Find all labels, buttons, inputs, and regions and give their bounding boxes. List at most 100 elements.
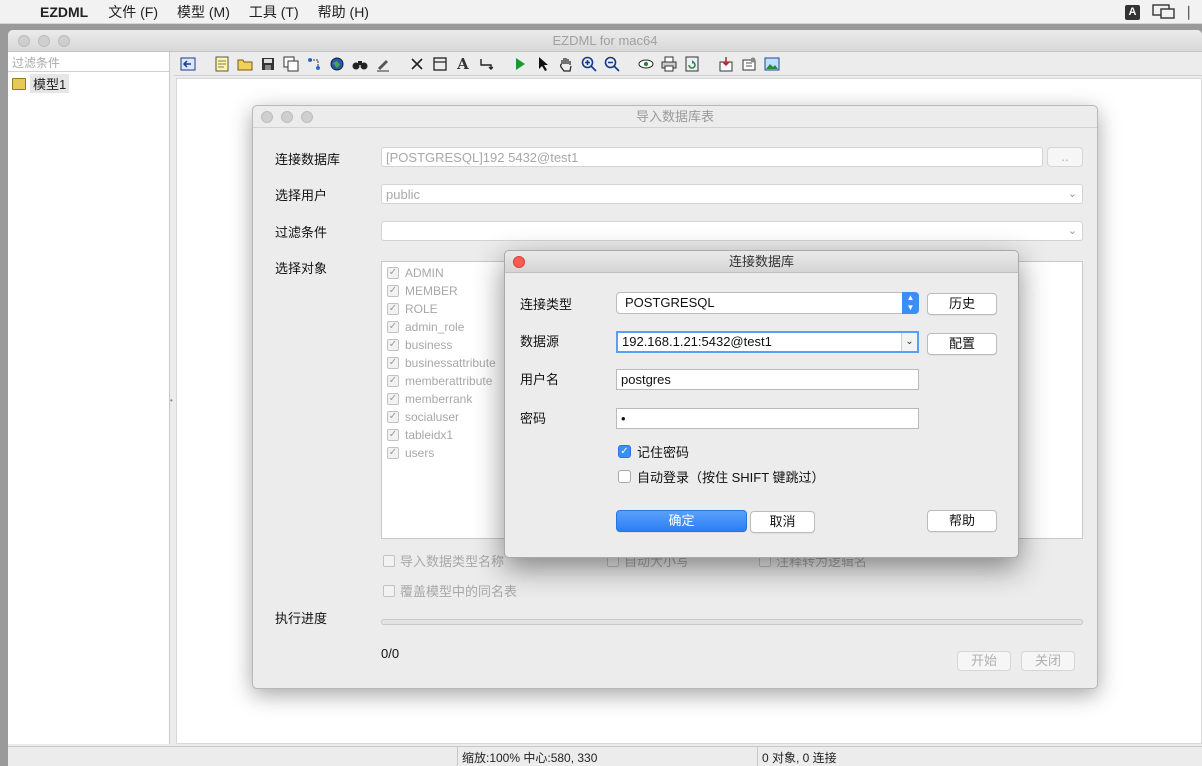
ok-button[interactable]: 确定 [616,510,747,532]
checkbox[interactable] [383,584,395,597]
progress-count: 0/0 [381,646,400,661]
connect-icon[interactable] [304,54,324,74]
checkmark-icon[interactable]: ✓ [387,339,399,351]
globe-icon[interactable] [327,54,347,74]
username-label: 用户名 [520,372,560,387]
status-zoom: 缩放:100% 中心:580, 330 [458,747,758,766]
display-icon[interactable] [1152,4,1176,20]
close-dialog-button[interactable] [513,256,525,268]
folder-icon [12,77,26,90]
eye-icon[interactable] [636,54,656,74]
checkmark-icon[interactable]: ✓ [387,411,399,423]
history-button[interactable]: 历史 [927,293,997,315]
close-window-button[interactable] [18,35,30,47]
import-dialog-title: 导入数据库表 [635,109,714,124]
menu-bar: EZDML 文件 (F) 模型 (M) 工具 (T) 帮助 (H) A ⎸ [0,0,1202,24]
connect-dialog-titlebar: 连接数据库 [505,251,1018,273]
import-close-button[interactable] [261,111,273,123]
auto-login-checkbox[interactable]: 自动登录（按住 SHIFT 键跳过） [618,467,825,486]
chevron-down-icon: ⌄ [1067,188,1077,200]
db-type-select[interactable]: POSTGRESQL ▲ ▼ [616,292,919,314]
tree-item-model[interactable]: 模型1 [12,74,165,93]
settings-icon[interactable] [739,54,759,74]
db-connection-field[interactable]: [POSTGRESQL]192 5432@test1 [381,147,1043,167]
checkmark-icon[interactable]: ✓ [387,285,399,297]
checkbox[interactable] [383,554,395,567]
user-select[interactable]: public ⌄ [381,184,1083,204]
menubar-extra[interactable]: ⎸ [1188,4,1202,21]
filter-input[interactable]: 过滤条件 [8,52,169,72]
opt-import-type-name-label: 导入数据类型名称 [400,554,505,569]
config-button[interactable]: 配置 [927,333,997,355]
remember-password-checkbox[interactable]: ✓ 记住密码 [618,442,689,461]
delete-x-icon[interactable] [407,54,427,74]
opt-import-type-name[interactable]: 导入数据类型名称 [383,551,504,570]
menu-help[interactable]: 帮助 (H) [318,2,369,22]
import-icon[interactable] [716,54,736,74]
image-icon[interactable] [762,54,782,74]
input-method-icon[interactable]: A [1125,4,1140,20]
back-icon[interactable] [178,54,198,74]
text-icon[interactable]: A [453,54,473,74]
import-zoom-button[interactable] [301,111,313,123]
checkmark-icon[interactable]: ✓ [387,357,399,369]
help-button[interactable]: 帮助 [927,510,997,532]
open-folder-icon[interactable] [235,54,255,74]
print-icon[interactable] [659,54,679,74]
checkmark-icon[interactable]: ✓ [387,321,399,333]
splitter-handle[interactable]: • [170,396,173,405]
status-objects: 0 对象, 0 连接 [762,751,837,765]
refresh-icon[interactable] [682,54,702,74]
checkmark-icon[interactable]: ✓ [618,445,631,458]
cancel-button[interactable]: 取消 [750,511,815,533]
run-icon[interactable] [510,54,530,74]
import-dialog-titlebar: 导入数据库表 [253,106,1097,128]
import-minimize-button[interactable] [281,111,293,123]
app-name[interactable]: EZDML [40,4,88,20]
connect-dialog-title: 连接数据库 [728,254,794,269]
minimize-window-button[interactable] [38,35,50,47]
checkmark-icon[interactable]: ✓ [387,429,399,441]
close-button[interactable]: 关闭 [1021,651,1075,671]
save-icon[interactable] [258,54,278,74]
zoom-in-icon[interactable] [579,54,599,74]
link-icon[interactable] [476,54,496,74]
import-dialog-controls [261,111,313,123]
opt-overwrite[interactable]: 覆盖模型中的同名表 [383,581,517,600]
menu-tools[interactable]: 工具 (T) [249,2,299,22]
data-source-combo[interactable]: 192.168.1.21:5432@test1 ⌄ [616,331,919,353]
binoculars-icon[interactable] [350,54,370,74]
model-sidebar: 过滤条件 模型1 [8,52,170,744]
object-list-item-label: socialuser [405,410,460,424]
checkmark-icon[interactable]: ✓ [387,393,399,405]
remember-password-label: 记住密码 [637,445,690,460]
object-list-item-label: memberattribute [405,374,493,388]
menu-file[interactable]: 文件 (F) [108,2,158,22]
checkmark-icon[interactable]: ✓ [387,447,399,459]
start-button[interactable]: 开始 [957,651,1011,671]
copy-icon[interactable] [281,54,301,74]
zoom-window-button[interactable] [58,35,70,47]
hand-icon[interactable] [556,54,576,74]
checkmark-icon[interactable]: ✓ [387,375,399,387]
filter-select[interactable]: ⌄ [381,221,1083,241]
progress-bar [381,619,1083,625]
password-label: 密码 [520,411,547,426]
table-icon[interactable] [430,54,450,74]
objects-label: 选择对象 [275,261,328,276]
username-input[interactable]: postgres [616,369,919,390]
edit-pen-icon[interactable] [373,54,393,74]
password-input[interactable]: • [616,408,919,429]
chevron-down-icon[interactable]: ⌄ [901,333,917,351]
window-controls [18,35,70,47]
checkmark-icon[interactable]: ✓ [387,303,399,315]
menu-model[interactable]: 模型 (M) [177,2,230,22]
pointer-icon[interactable] [533,54,553,74]
zoom-out-icon[interactable] [602,54,622,74]
checkbox[interactable] [618,470,631,483]
filter-label: 过滤条件 [275,225,328,240]
browse-db-button[interactable]: .. [1047,147,1083,167]
checkmark-icon[interactable]: ✓ [387,267,399,279]
new-file-icon[interactable] [212,54,232,74]
object-list-item-label: users [405,446,435,460]
